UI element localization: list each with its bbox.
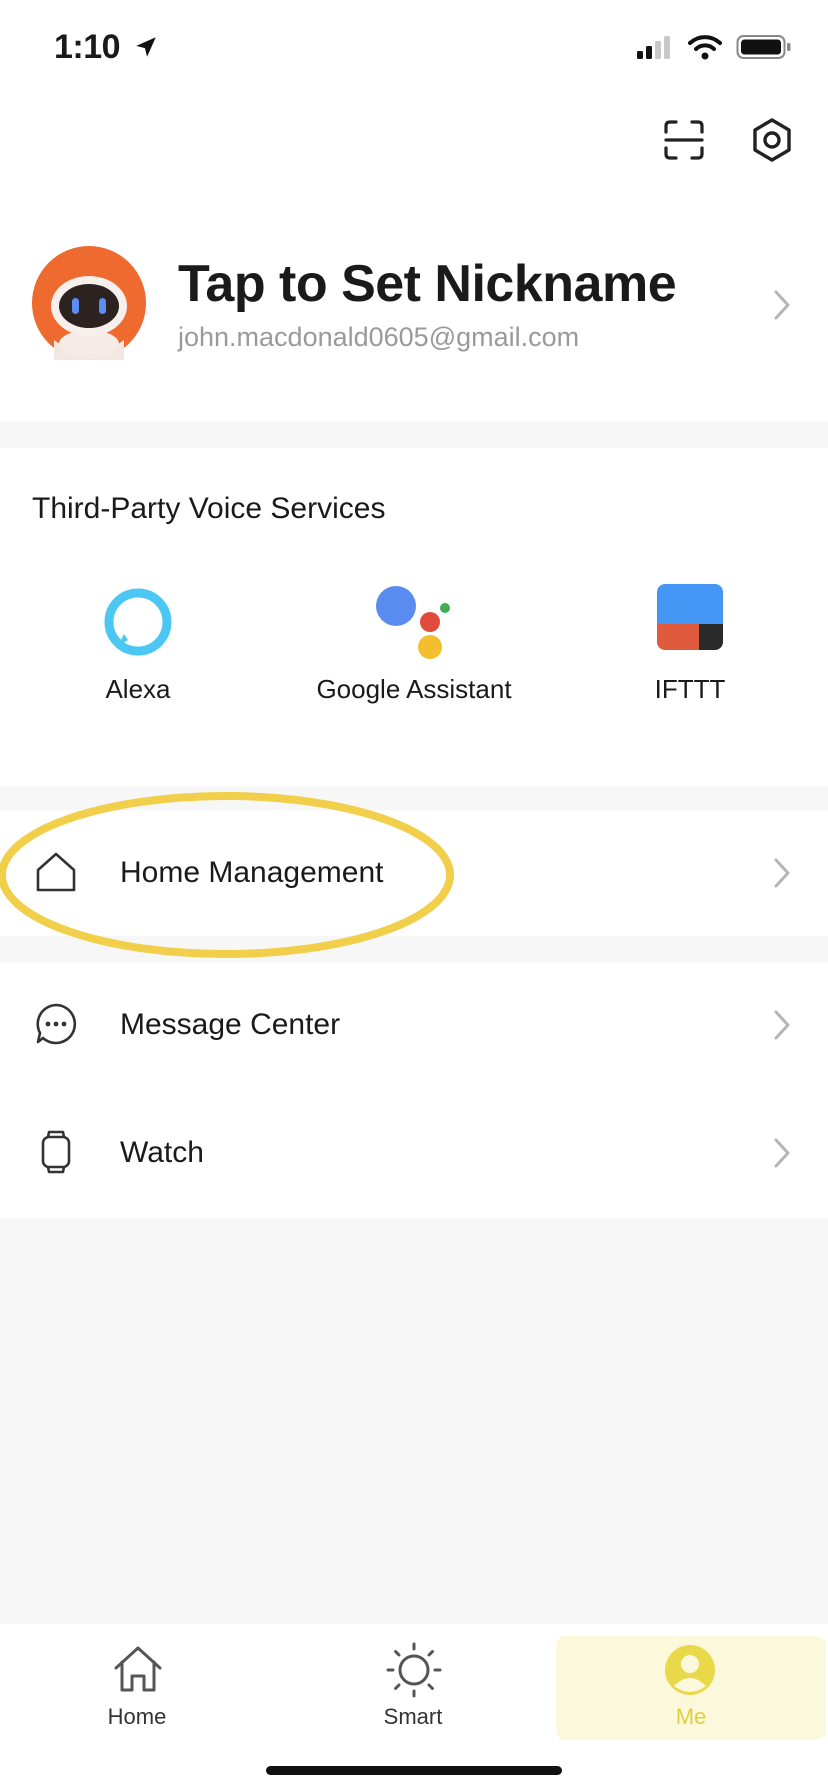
scan-button[interactable] xyxy=(660,116,708,169)
chevron-right-icon xyxy=(774,290,790,320)
ifttt-label: IFTTT xyxy=(654,674,726,704)
chevron-right-icon xyxy=(774,1138,790,1168)
watch-label: Watch xyxy=(120,1136,204,1169)
person-icon xyxy=(665,1645,715,1695)
chevron-right-icon xyxy=(774,858,790,888)
alexa-service[interactable]: Alexa xyxy=(8,588,268,738)
home-icon xyxy=(114,1646,162,1692)
tab-me-label: Me xyxy=(675,1704,707,1729)
status-time-text: 1:10 xyxy=(54,28,121,66)
menu-section: Message Center Watch xyxy=(0,962,828,1218)
voice-services-section: Third-Party Voice Services Alexa Google … xyxy=(0,448,828,786)
settings-hexagon-icon xyxy=(753,118,791,162)
scan-icon xyxy=(664,120,704,160)
message-bubble-icon xyxy=(36,1003,77,1045)
google-assistant-service[interactable]: Google Assistant xyxy=(284,586,544,738)
watch-icon xyxy=(41,1130,71,1174)
tab-home-label: Home xyxy=(107,1704,167,1729)
tab-smart-label: Smart xyxy=(383,1704,443,1729)
signal-icon xyxy=(637,36,670,59)
profile-email: john.macdonald0605@gmail.com xyxy=(178,322,580,352)
chevron-right-icon xyxy=(774,1010,790,1040)
message-center-row[interactable]: Message Center xyxy=(0,962,828,1088)
tab-smart[interactable]: Smart xyxy=(278,1636,548,1740)
alexa-icon xyxy=(104,588,172,656)
highlight-ellipse xyxy=(0,792,454,958)
ifttt-service[interactable]: IFTTT xyxy=(560,584,820,738)
status-time: 1:10 xyxy=(54,28,159,67)
profile-row[interactable]: Tap to Set Nickname john.macdonald0605@g… xyxy=(0,230,828,380)
sun-icon xyxy=(386,1642,442,1698)
message-center-label: Message Center xyxy=(120,1008,341,1041)
tab-home[interactable]: Home xyxy=(2,1636,272,1740)
alexa-label: Alexa xyxy=(105,674,171,704)
wifi-icon xyxy=(688,35,722,60)
watch-row[interactable]: Watch xyxy=(0,1090,828,1216)
home-indicator xyxy=(266,1766,562,1775)
voice-services-title: Third-Party Voice Services xyxy=(32,492,386,525)
google-assistant-label: Google Assistant xyxy=(316,674,512,704)
settings-button[interactable] xyxy=(748,116,796,169)
google-assistant-icon xyxy=(376,586,450,659)
ifttt-icon xyxy=(657,584,723,650)
tab-me[interactable]: Me xyxy=(556,1636,826,1740)
battery-icon xyxy=(736,35,791,59)
location-arrow-icon xyxy=(136,37,156,57)
avatar xyxy=(32,246,146,360)
status-indicators xyxy=(636,34,792,60)
nickname-prompt: Tap to Set Nickname xyxy=(178,255,677,313)
